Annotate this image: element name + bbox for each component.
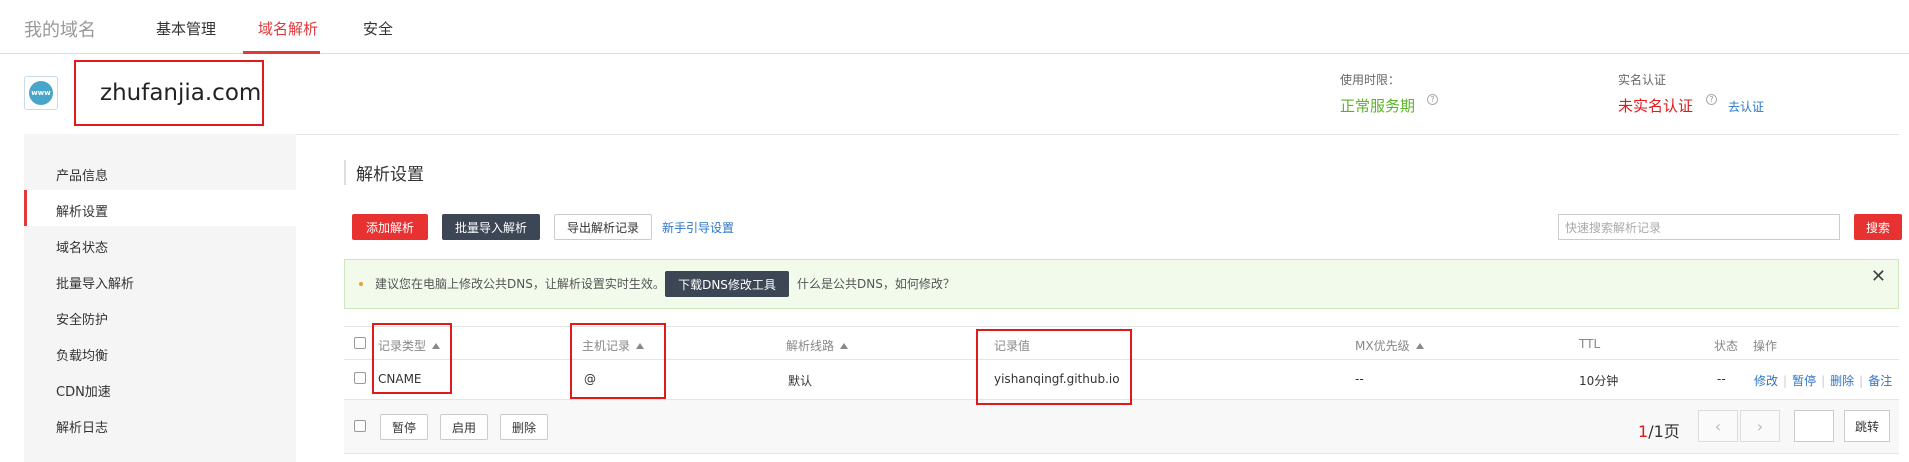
active-tab-indicator bbox=[243, 51, 320, 54]
cell-status: -- bbox=[1717, 372, 1726, 386]
sidebar-item-load-balancing[interactable]: 负载均衡 bbox=[56, 345, 108, 364]
tab-dns-resolution[interactable]: 域名解析 bbox=[258, 18, 318, 39]
batch-pause-button[interactable]: 暂停 bbox=[380, 414, 428, 440]
annotation-box-record-type bbox=[372, 323, 452, 394]
batch-enable-button[interactable]: 启用 bbox=[440, 414, 488, 440]
sort-up-icon bbox=[840, 343, 849, 349]
sidebar-item-cdn[interactable]: CDN加速 bbox=[56, 381, 111, 400]
verify-link[interactable]: 去认证 bbox=[1728, 98, 1764, 115]
public-dns-help-link[interactable]: 什么是公共DNS，如何修改？ bbox=[797, 275, 955, 292]
col-ttl: TTL bbox=[1579, 337, 1601, 351]
batch-delete-button[interactable]: 删除 bbox=[500, 414, 548, 440]
close-icon[interactable]: ✕ bbox=[1871, 266, 1886, 287]
notice-text: 建议您在电脑上修改公共DNS，让解析设置实时生效。 bbox=[375, 277, 665, 291]
sidebar-item-product-info[interactable]: 产品信息 bbox=[56, 165, 108, 184]
search-input[interactable]: 快速搜索解析记录 bbox=[1558, 214, 1840, 240]
page-title: 解析设置 bbox=[344, 160, 424, 185]
prev-page-button[interactable]: ‹ bbox=[1698, 410, 1738, 442]
sidebar-item-batch-import[interactable]: 批量导入解析 bbox=[56, 273, 134, 292]
next-page-button[interactable]: › bbox=[1740, 410, 1780, 442]
sidebar-item-dns-settings[interactable]: 解析设置 bbox=[56, 201, 108, 220]
bullet-icon bbox=[359, 282, 363, 286]
export-records-button[interactable]: 导出解析记录 bbox=[554, 214, 652, 240]
realname-label: 实名认证 bbox=[1618, 73, 1667, 87]
col-mx[interactable]: MX优先级 bbox=[1355, 337, 1424, 354]
col-line[interactable]: 解析线路 bbox=[786, 337, 849, 354]
tab-security[interactable]: 安全 bbox=[363, 18, 393, 39]
batch-import-button[interactable]: 批量导入解析 bbox=[442, 214, 540, 240]
www-globe-icon: www bbox=[29, 81, 53, 105]
sort-up-icon bbox=[1415, 343, 1424, 349]
domain-icon: www bbox=[24, 76, 58, 110]
guide-settings-link[interactable]: 新手引导设置 bbox=[662, 214, 742, 240]
dns-notice: 建议您在电脑上修改公共DNS，让解析设置实时生效。 下载DNS修改工具 什么是公… bbox=[344, 259, 1899, 309]
cell-ttl: 10分钟 bbox=[1579, 374, 1619, 388]
row-checkbox[interactable] bbox=[354, 372, 366, 384]
help-icon[interactable]: ? bbox=[1427, 94, 1438, 105]
sidebar-item-dns-log[interactable]: 解析日志 bbox=[56, 417, 108, 436]
go-page-button[interactable]: 跳转 bbox=[1844, 410, 1890, 442]
tab-basic-management[interactable]: 基本管理 bbox=[156, 18, 216, 39]
annotation-box-value bbox=[976, 329, 1132, 405]
search-button[interactable]: 搜索 bbox=[1854, 214, 1902, 240]
select-all-checkbox[interactable] bbox=[354, 337, 366, 349]
top-nav: 我的域名 基本管理 域名解析 安全 bbox=[0, 0, 1909, 54]
header-divider bbox=[24, 134, 1899, 135]
add-record-button[interactable]: 添加解析 bbox=[352, 214, 428, 240]
page-indicator: 1/1页 bbox=[1638, 422, 1680, 441]
help-icon[interactable]: ? bbox=[1706, 94, 1717, 105]
footer-select-all-checkbox[interactable] bbox=[354, 420, 366, 432]
delete-link[interactable]: 删除 bbox=[1830, 374, 1854, 388]
download-dns-tool-button[interactable]: 下载DNS修改工具 bbox=[665, 271, 789, 297]
brand-title: 我的域名 bbox=[24, 20, 96, 41]
note-link[interactable]: 备注 bbox=[1868, 374, 1892, 388]
cell-line: 默认 bbox=[788, 374, 813, 388]
realname-status: 未实名认证 bbox=[1618, 97, 1694, 115]
page-number-input[interactable] bbox=[1794, 410, 1834, 442]
annotation-box-host bbox=[570, 323, 666, 399]
domain-name: zhufanjia.com bbox=[100, 80, 262, 106]
service-period-label: 使用时限： bbox=[1340, 73, 1401, 87]
pause-link[interactable]: 暂停 bbox=[1792, 374, 1816, 388]
cell-mx: -- bbox=[1355, 372, 1364, 386]
sidebar: 产品信息 解析设置 域名状态 批量导入解析 安全防护 负载均衡 CDN加速 解析… bbox=[24, 134, 296, 462]
sidebar-item-security[interactable]: 安全防护 bbox=[56, 309, 108, 328]
row-actions: 修改 | 暂停 | 删除 | 备注 bbox=[1754, 374, 1893, 388]
col-actions: 操作 bbox=[1753, 339, 1778, 353]
col-status: 状态 bbox=[1714, 339, 1739, 353]
service-period-status: 正常服务期 bbox=[1340, 97, 1416, 115]
sidebar-item-domain-status[interactable]: 域名状态 bbox=[56, 237, 108, 256]
edit-link[interactable]: 修改 bbox=[1754, 374, 1778, 388]
